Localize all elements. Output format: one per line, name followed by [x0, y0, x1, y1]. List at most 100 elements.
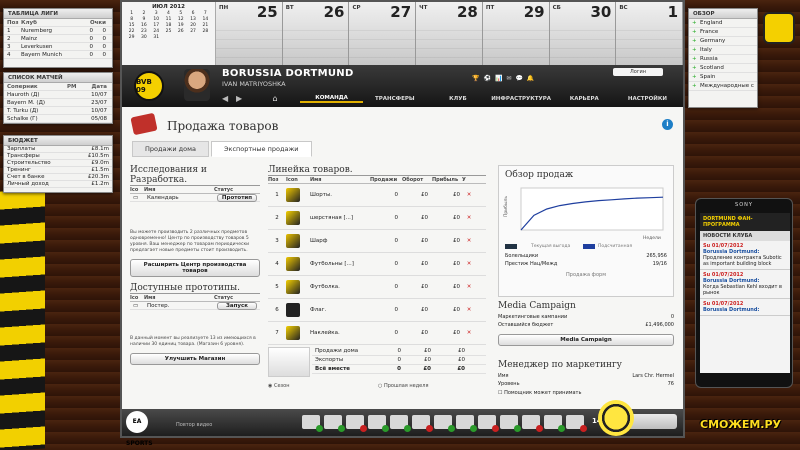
assistant-checkbox[interactable]: ☐ Помощник может принимать — [498, 390, 674, 396]
product-row[interactable]: 5 Футболка. 0 £0 £0 ✕ — [268, 276, 486, 299]
forward-arrow-icon[interactable]: ▶ — [236, 94, 250, 103]
launch-button[interactable]: Запуск — [217, 301, 257, 310]
upgrade-shop-button[interactable]: Улучшить Магазин — [130, 353, 260, 365]
calendar-day[interactable]: СР 27 — [349, 2, 417, 65]
delete-icon[interactable]: ✕ — [462, 330, 476, 336]
news-item[interactable]: Su 01/07/2012 Borussia Dortmund: Когда Seb… — [700, 270, 790, 299]
overview-item[interactable]: + England — [689, 19, 757, 28]
list-item[interactable]: T. Turku (Д) 10/07 — [4, 107, 112, 115]
mini-calendar-day[interactable]: 7 — [200, 11, 211, 16]
calendar-day[interactable]: ВС 1 — [616, 2, 684, 65]
home-icon[interactable]: ⌂ — [250, 94, 300, 103]
mini-calendar[interactable]: ИЮЛ 2012 1 2 3 4 5 6 7 8 9 10 11 12 13 14 15 16 17 18 19 20… — [122, 2, 216, 65]
mini-calendar-day[interactable]: 25 — [163, 29, 174, 34]
mini-calendar-day[interactable]: 22 — [126, 29, 137, 34]
delete-icon[interactable]: ✕ — [462, 192, 476, 198]
toolbar-shortcut-icon[interactable] — [500, 415, 521, 432]
toolbar-shortcut-icon[interactable] — [412, 415, 433, 432]
table-row[interactable]: 2 Mainz 0 0 — [4, 35, 112, 43]
calendar-day[interactable]: СБ 30 — [549, 2, 617, 65]
mini-calendar-day[interactable]: 24 — [151, 29, 162, 34]
delete-icon[interactable]: ✕ — [462, 261, 476, 267]
news-item[interactable]: Su 01/07/2012 Borussia Dortmund: Продление… — [700, 241, 790, 270]
tab-infrastructure[interactable]: ИНФРАСТРУКТУРА — [490, 96, 553, 102]
status-icons[interactable]: 🏆⚽📊✉💬🔔 — [472, 75, 538, 82]
mini-calendar-day[interactable]: 12 — [175, 17, 186, 22]
overview-item[interactable]: + Germany — [689, 37, 757, 46]
tab-club[interactable]: КЛУБ — [426, 96, 489, 102]
season-radio[interactable]: ◉ Сезон — [268, 383, 378, 389]
mini-calendar-day[interactable]: 21 — [200, 23, 211, 28]
overview-item[interactable]: + Russia — [689, 55, 757, 64]
list-item[interactable]: Schalke (Г) 05/08 — [4, 115, 112, 123]
calendar-day[interactable]: ВТ 26 — [282, 2, 350, 65]
overview-item[interactable]: +Международные соревнования — [689, 82, 757, 91]
toolbar-shortcut-icon[interactable] — [456, 415, 477, 432]
tab-team[interactable]: КОМАНДА — [300, 95, 364, 103]
prototype-item[interactable]: ▭ Постер. Запуск — [130, 301, 260, 310]
last-week-radio[interactable]: ○ Прошлая неделя — [378, 383, 428, 389]
mini-calendar-day[interactable]: 9 — [138, 17, 149, 22]
toolbar-shortcut-icon[interactable] — [302, 415, 323, 432]
toolbar-shortcut-icon[interactable] — [390, 415, 411, 432]
tab-career[interactable]: КАРЬЕРА — [553, 96, 616, 102]
product-row[interactable]: 4 Футбольны [...] 0 £0 £0 ✕ — [268, 253, 486, 276]
expand-center-button[interactable]: Расширить Центр производства товаров — [130, 259, 260, 277]
product-row[interactable]: 2 шерстяная [...] 0 £0 £0 ✕ — [268, 207, 486, 230]
news-item[interactable]: Su 01/07/2012 Borussia Dortmund: — [700, 299, 790, 316]
mini-calendar-day[interactable]: 26 — [175, 29, 186, 34]
toolbar-shortcut-icon[interactable] — [434, 415, 455, 432]
mini-calendar-day[interactable]: 17 — [151, 23, 162, 28]
mini-calendar-day[interactable]: 5 — [175, 11, 186, 16]
overview-item[interactable]: + Spain — [689, 73, 757, 82]
mini-calendar-day[interactable]: 1 — [126, 11, 137, 16]
mini-calendar-day[interactable]: 15 — [126, 23, 137, 28]
mini-calendar-day[interactable]: 2 — [138, 11, 149, 16]
tab-settings[interactable]: НАСТРОЙКИ — [616, 96, 679, 102]
delete-icon[interactable]: ✕ — [462, 307, 476, 313]
calendar-day[interactable]: ПН 25 — [216, 2, 283, 65]
delete-icon[interactable]: ✕ — [462, 284, 476, 290]
mini-calendar-day[interactable]: 31 — [151, 35, 162, 40]
mini-calendar-day[interactable]: 16 — [138, 23, 149, 28]
table-row[interactable]: 3 Leverkusen 0 0 — [4, 43, 112, 51]
overview-item[interactable]: + Italy — [689, 46, 757, 55]
mini-calendar-day[interactable]: 20 — [187, 23, 198, 28]
research-item[interactable]: ▭ Календарь Прототип — [130, 193, 260, 202]
mini-calendar-day[interactable]: 14 — [200, 17, 211, 22]
login-button[interactable]: Логин — [613, 68, 663, 76]
toolbar-shortcut-icon[interactable] — [368, 415, 389, 432]
toolbar-shortcut-icon[interactable] — [346, 415, 367, 432]
toolbar-shortcut-icon[interactable] — [324, 415, 345, 432]
fan-badge-icon[interactable] — [763, 12, 795, 44]
prototype-status-button[interactable]: Прототип — [217, 193, 257, 202]
toolbar-shortcut-icon[interactable] — [478, 415, 499, 432]
calendar-day[interactable]: ПТ 29 — [482, 2, 550, 65]
manager-avatar[interactable] — [184, 69, 210, 101]
mini-calendar-day[interactable]: 8 — [126, 17, 137, 22]
mini-calendar-day[interactable]: 30 — [138, 35, 149, 40]
calendar-day[interactable]: ЧТ 28 — [416, 2, 483, 65]
toolbar-shortcut-icon[interactable] — [544, 415, 565, 432]
mini-calendar-day[interactable]: 28 — [200, 29, 211, 34]
tab-home-sales[interactable]: Продажи дома — [132, 141, 209, 157]
toolbar-shortcut-icon[interactable] — [566, 415, 587, 432]
toolbar-shortcut-icon[interactable] — [522, 415, 543, 432]
product-row[interactable]: 3 Шарф 0 £0 £0 ✕ — [268, 230, 486, 253]
mini-calendar-day[interactable]: 27 — [187, 29, 198, 34]
phone-widget[interactable]: SONY DORTMUND ФАН-ПРОГРАММА НОВОСТИ КЛУБ… — [695, 198, 793, 388]
mini-calendar-day[interactable]: 10 — [151, 17, 162, 22]
back-arrow-icon[interactable]: ◀ — [222, 94, 236, 103]
mini-calendar-day[interactable]: 13 — [187, 17, 198, 22]
club-crest[interactable]: BVB 09 — [134, 71, 164, 101]
product-row[interactable]: 1 Шорты. 0 £0 £0 ✕ — [268, 184, 486, 207]
list-item[interactable]: Bayern M. (Д) 23/07 — [4, 99, 112, 107]
tab-export-sales[interactable]: Экспортные продажи — [210, 141, 312, 157]
overview-item[interactable]: + France — [689, 28, 757, 37]
overview-item[interactable]: + Scotland — [689, 64, 757, 73]
mini-calendar-day[interactable]: 18 — [163, 23, 174, 28]
table-row[interactable]: 4 Bayern Munich 0 0 — [4, 51, 112, 59]
mini-calendar-day[interactable]: 6 — [187, 11, 198, 16]
list-item[interactable]: Hauroth (Д) 10/07 — [4, 91, 112, 99]
mini-calendar-day[interactable]: 4 — [163, 11, 174, 16]
